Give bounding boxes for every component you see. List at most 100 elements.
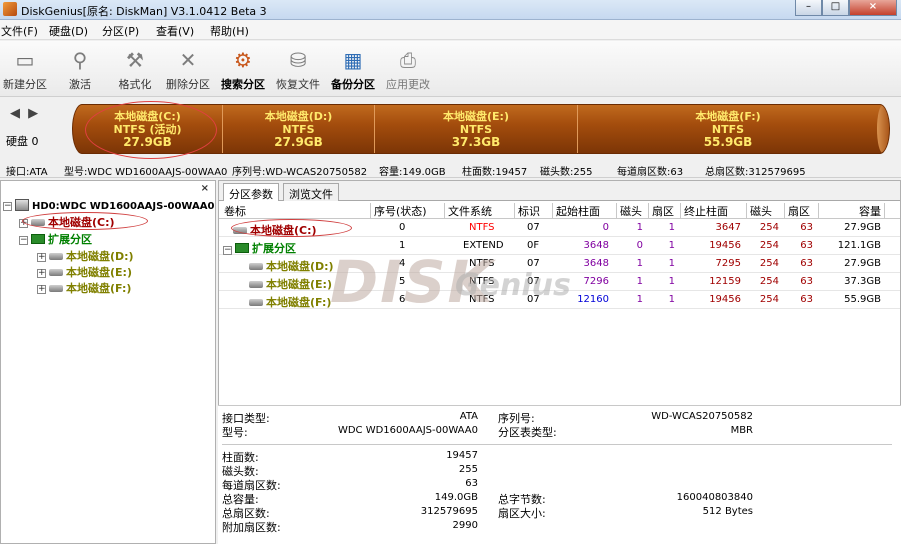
menu-disk[interactable]: 硬盘(D): [49, 23, 88, 39]
row-end-head: 254: [759, 258, 779, 269]
close-panel-icon[interactable]: ×: [201, 183, 209, 194]
row-start-cyl: 0: [602, 222, 609, 233]
row-start-sector: 1: [668, 294, 675, 305]
col-id[interactable]: 标识: [515, 203, 553, 218]
col-index[interactable]: 序号(状态): [371, 203, 445, 218]
hard-disk-icon: [15, 199, 29, 211]
menu-partition[interactable]: 分区(P): [102, 23, 139, 39]
maximize-button[interactable]: □: [822, 0, 849, 16]
row-name: − 扩展分区: [223, 240, 296, 256]
partition-segment-f[interactable]: 本地磁盘(F:) NTFS 55.9GB: [578, 105, 878, 153]
col-end-sector[interactable]: 扇区: [785, 203, 819, 218]
menu-bar: 文件(F) 硬盘(D) 分区(P) 查看(V) 帮助(H): [0, 20, 901, 40]
search-partition-button[interactable]: ⚙ 搜索分区: [218, 45, 268, 95]
col-capacity[interactable]: 容量: [819, 203, 885, 218]
menu-view[interactable]: 查看(V): [156, 23, 194, 39]
row-end-head: 254: [759, 240, 779, 251]
tree-item-f[interactable]: + 本地磁盘(F:): [37, 280, 131, 296]
row-name: 本地磁盘(D:): [249, 258, 334, 274]
table-row[interactable]: 本地磁盘(E:) 5 NTFS 07 7296 1 1 12159 254 63…: [219, 273, 900, 291]
tab-partition-params[interactable]: 分区参数: [223, 183, 279, 201]
collapse-icon[interactable]: −: [223, 246, 232, 255]
close-button[interactable]: ×: [849, 0, 897, 16]
info-total-sectors: 总扇区数:312579695: [705, 167, 806, 178]
row-start-cyl: 12160: [577, 294, 609, 305]
row-end-cyl: 12159: [709, 276, 741, 287]
row-fs: NTFS: [469, 258, 495, 269]
row-start-cyl: 3648: [583, 240, 609, 251]
tab-browse-files[interactable]: 浏览文件: [283, 183, 339, 201]
minimize-button[interactable]: –: [795, 0, 822, 16]
row-index: 5: [399, 276, 406, 287]
backup-partition-button[interactable]: ▦ 备份分区: [328, 45, 378, 95]
search-partition-icon: ⚙: [234, 48, 252, 72]
col-volume[interactable]: 卷标: [221, 203, 371, 218]
expand-icon[interactable]: +: [37, 269, 46, 278]
info-cylinders: 柱面数:19457: [462, 167, 528, 178]
segment-size: 37.3GB: [451, 135, 501, 149]
segment-name: 本地磁盘(E:): [443, 110, 509, 123]
tree-item-e[interactable]: + 本地磁盘(E:): [37, 264, 132, 280]
col-end-cyl[interactable]: 终止柱面: [681, 203, 747, 218]
format-icon: ⚒: [126, 48, 144, 72]
title-bar: DiskGenius[原名: DiskMan] V3.1.0412 Beta 3…: [0, 0, 901, 20]
delete-partition-button[interactable]: ✕ 删除分区: [163, 45, 213, 95]
apply-changes-button[interactable]: ⎙ 应用更改: [383, 45, 433, 95]
recover-files-icon: ⛁: [289, 48, 307, 72]
details-separator: [222, 444, 892, 445]
row-index: 0: [399, 222, 406, 233]
row-name: 本地磁盘(F:): [249, 294, 331, 310]
table-row[interactable]: − 扩展分区 1 EXTEND 0F 3648 0 1 19456 254 63 …: [219, 237, 900, 255]
tree-item-label: 本地磁盘(D:): [66, 250, 134, 263]
activate-button[interactable]: ⚲ 激活: [55, 45, 105, 95]
menu-help[interactable]: 帮助(H): [210, 23, 249, 39]
partition-segment-e[interactable]: 本地磁盘(E:) NTFS 37.3GB: [375, 105, 578, 153]
tree-item-d[interactable]: + 本地磁盘(D:): [37, 248, 134, 264]
toolbar: ▭ 新建分区 ⚲ 激活 ⚒ 格式化 ✕ 删除分区 ⚙ 搜索分区 ⛁ 恢复文件 ▦…: [0, 41, 901, 97]
tree-item-extended[interactable]: − 扩展分区: [19, 231, 92, 247]
collapse-icon[interactable]: −: [3, 202, 12, 211]
row-capacity: 121.1GB: [837, 240, 881, 251]
disk-tree-panel: × − HD0:WDC WD1600AAJS-00WAA0 + 本地磁盘(C:) −…: [0, 180, 216, 544]
row-id: 07: [527, 276, 540, 287]
col-end-head[interactable]: 磁头: [747, 203, 785, 218]
row-start-head: 1: [636, 294, 643, 305]
detail-label: 附加扇区数:: [222, 521, 281, 534]
apply-icon: ⎙: [400, 48, 416, 72]
new-partition-button[interactable]: ▭ 新建分区: [0, 45, 50, 95]
col-start-cyl[interactable]: 起始柱面: [553, 203, 617, 218]
row-end-head: 254: [759, 222, 779, 233]
row-start-head: 1: [636, 258, 643, 269]
collapse-icon[interactable]: −: [19, 236, 28, 245]
drive-icon: [249, 281, 263, 288]
segment-name: 本地磁盘(F:): [695, 110, 761, 123]
detail-value: 255: [458, 464, 478, 475]
disk-info-bar: 接口:ATA 型号:WDC WD1600AAJS-00WAA0 序列号:WD-W…: [0, 160, 901, 178]
partition-segment-d[interactable]: 本地磁盘(D:) NTFS 27.9GB: [223, 105, 375, 153]
row-id: 0F: [527, 240, 540, 251]
tree-item-label: 本地磁盘(E:): [66, 266, 132, 279]
row-end-cyl: 7295: [715, 258, 741, 269]
row-start-cyl: 7296: [583, 276, 609, 287]
row-fs: EXTEND: [463, 240, 504, 251]
detail-value: 312579695: [420, 506, 478, 517]
col-start-sector[interactable]: 扇区: [649, 203, 681, 218]
extended-partition-icon: [235, 243, 249, 253]
row-fs: NTFS: [469, 294, 495, 305]
col-filesystem[interactable]: 文件系统: [445, 203, 515, 218]
info-interface: 接口:ATA: [6, 167, 48, 178]
expand-icon[interactable]: +: [37, 253, 46, 262]
menu-file[interactable]: 文件(F): [1, 23, 38, 39]
col-start-head[interactable]: 磁头: [617, 203, 649, 218]
row-start-cyl: 3648: [583, 258, 609, 269]
detail-value: 512 Bytes: [702, 506, 753, 517]
row-index: 1: [399, 240, 406, 251]
table-row[interactable]: 本地磁盘(D:) 4 NTFS 07 3648 1 1 7295 254 63 …: [219, 255, 900, 273]
recover-files-button[interactable]: ⛁ 恢复文件: [273, 45, 323, 95]
table-row[interactable]: 本地磁盘(F:) 6 NTFS 07 12160 1 1 19456 254 6…: [219, 291, 900, 309]
format-button[interactable]: ⚒ 格式化: [110, 45, 160, 95]
grid-header: 卷标 序号(状态) 文件系统 标识 起始柱面 磁头 扇区 终止柱面 磁头 扇区 …: [219, 202, 900, 219]
info-model: 型号:WDC WD1600AAJS-00WAA0: [64, 167, 228, 178]
expand-icon[interactable]: +: [37, 285, 46, 294]
disk-nav-arrows[interactable]: ◀ ▶: [10, 106, 40, 121]
